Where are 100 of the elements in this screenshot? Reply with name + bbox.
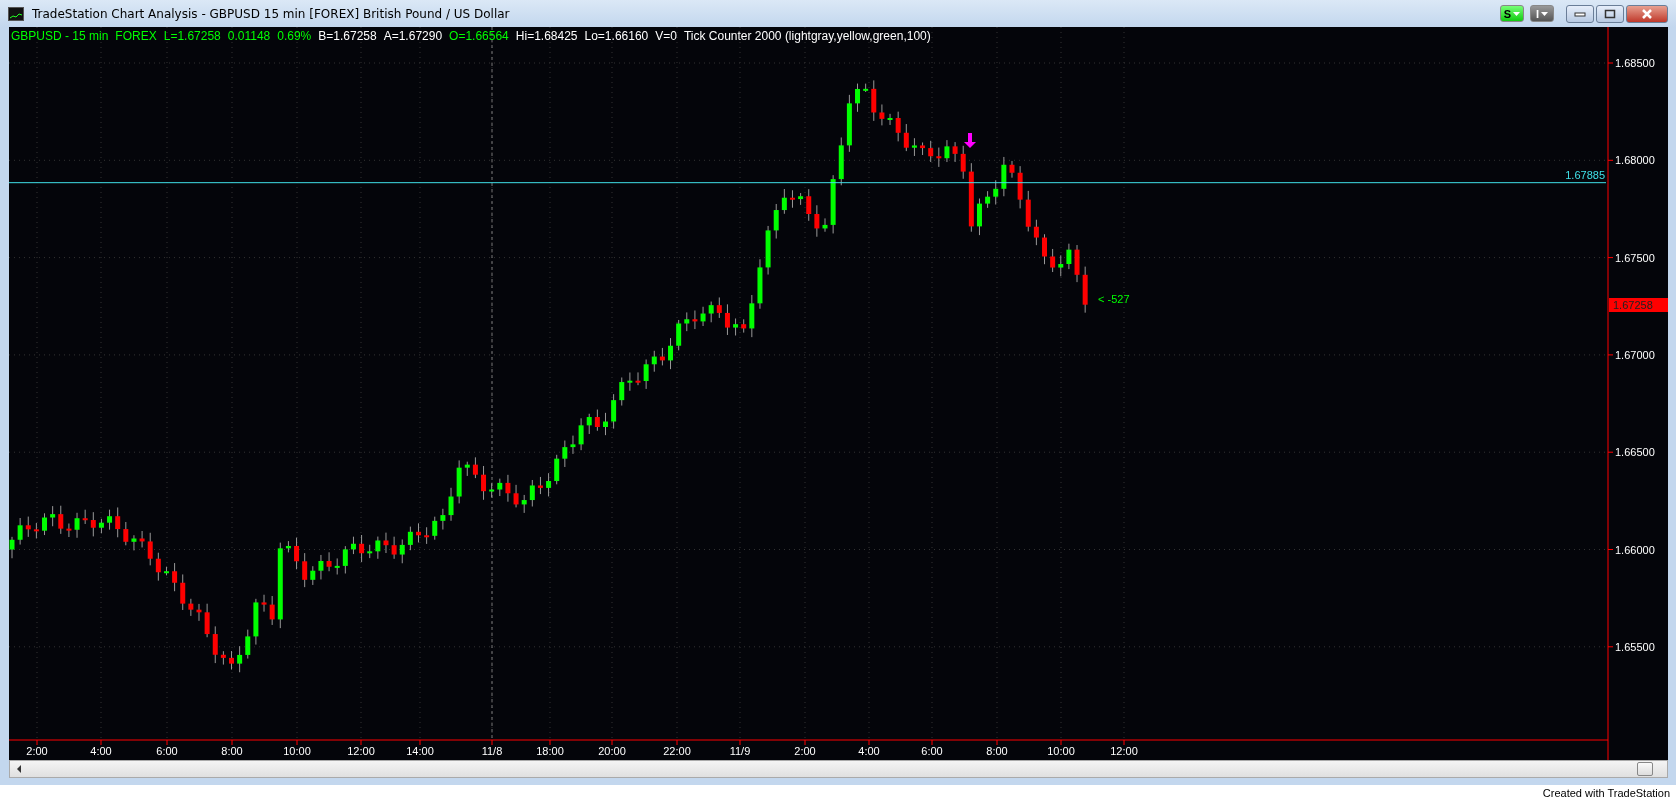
candlestick [733, 318, 739, 336]
candlestick [985, 190, 991, 209]
candlestick [432, 516, 438, 541]
time-axis-label: 22:00 [663, 745, 691, 757]
candlestick [513, 484, 519, 508]
candlestick [627, 372, 633, 392]
candlestick [928, 140, 934, 163]
minimize-icon [1574, 10, 1586, 17]
legend-text: L=1.67258 [163, 29, 221, 43]
candlestick [440, 508, 446, 530]
legend-text: Hi=1.68425 [515, 29, 578, 43]
candlestick [692, 310, 698, 330]
candlestick [9, 536, 15, 559]
legend-text: Tick Counter 2000 (lightgray,yellow,green,100) [683, 29, 931, 43]
candlestick [1009, 160, 1015, 179]
candlestick [285, 540, 291, 553]
candlestick [830, 174, 836, 234]
candlestick [700, 306, 706, 327]
candlestick [1001, 156, 1007, 197]
candlestick [814, 204, 820, 238]
candlestick [838, 136, 844, 186]
candlestick [139, 530, 145, 548]
maximize-button[interactable] [1596, 4, 1624, 23]
horizontal-line[interactable] [9, 182, 1607, 184]
candlestick [172, 562, 178, 592]
candlestick [1033, 219, 1039, 246]
candlestick [1082, 266, 1088, 314]
candlestick [521, 494, 527, 514]
candlestick [676, 319, 682, 351]
candlestick [33, 522, 39, 539]
candlestick [66, 523, 72, 538]
candlestick [684, 311, 690, 332]
candlestick [1017, 165, 1023, 209]
candlestick [334, 557, 340, 575]
candlestick [17, 517, 23, 546]
candlestick [310, 565, 316, 586]
price-axis-label: 1.65500 [1615, 640, 1655, 653]
candlestick [196, 603, 202, 622]
candlestick [245, 629, 251, 660]
candlestick [619, 377, 625, 407]
candlestick [229, 650, 234, 671]
time-axis-label: 4:00 [858, 745, 880, 757]
candlestick [294, 537, 300, 570]
candlestick [960, 145, 966, 180]
candlestick [350, 536, 356, 555]
candlestick [424, 526, 430, 545]
candlestick [367, 544, 373, 559]
candlestick [261, 594, 267, 613]
candlestick [936, 147, 942, 168]
scrollbar-thumb[interactable] [1637, 762, 1653, 776]
candlestick [920, 141, 926, 156]
candlestick [269, 595, 275, 626]
candlestick [993, 179, 999, 206]
candlestick [82, 509, 88, 525]
caret-icon [1541, 11, 1549, 16]
candlestick [846, 94, 852, 153]
candlestick [163, 566, 169, 576]
legend-text: O=1.66564 [449, 29, 509, 43]
candlestick [659, 347, 665, 366]
style-button[interactable]: S [1500, 5, 1524, 22]
time-axis-label: 11/8 [481, 745, 503, 757]
candlestick [237, 645, 243, 673]
candlestick [391, 536, 397, 560]
candlestick [871, 79, 877, 122]
close-button[interactable] [1626, 4, 1668, 23]
time-axis-label: 6:00 [156, 745, 178, 757]
caret-icon [1513, 11, 1521, 16]
candlestick [74, 512, 80, 539]
candlestick [586, 413, 592, 435]
candlestick [115, 506, 121, 538]
candlestick [58, 505, 64, 535]
candlestick [25, 516, 31, 538]
scroll-left-icon[interactable] [16, 765, 22, 773]
candlestick [668, 337, 674, 370]
candlestick [204, 603, 210, 638]
time-axis-label: 4:00 [90, 745, 112, 757]
legend-text: GBPUSD - 15 min [11, 29, 109, 43]
candlestick [781, 188, 787, 215]
candlestick [359, 534, 365, 563]
scrollbar[interactable] [9, 760, 1668, 778]
info-button[interactable]: I [1530, 5, 1554, 22]
app-icon [8, 6, 24, 21]
candlestick [50, 505, 56, 527]
candlestick [220, 650, 226, 666]
candlestick [578, 417, 584, 451]
candlestick [708, 301, 714, 323]
legend-text: 0.69% [277, 29, 312, 43]
candlestick [180, 573, 186, 611]
candlestick [147, 532, 153, 566]
candlestick [724, 303, 730, 336]
candlestick [448, 487, 454, 522]
candlestick [497, 478, 503, 497]
candlestick [529, 479, 535, 507]
candlestick [407, 526, 413, 551]
candlestick [375, 536, 381, 560]
minimize-button[interactable] [1566, 4, 1594, 23]
candlestick [1058, 254, 1064, 277]
candlestick [326, 551, 332, 572]
candlestick [749, 294, 755, 338]
candlestick [757, 258, 763, 310]
